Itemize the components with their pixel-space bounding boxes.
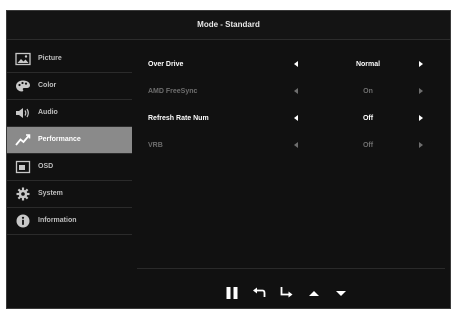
right-arrow-icon bbox=[419, 88, 423, 94]
right-arrow-icon[interactable] bbox=[419, 61, 423, 67]
setting-value: On bbox=[363, 88, 373, 95]
gear-icon bbox=[16, 187, 30, 201]
setting-row-amd-freesync: AMD FreeSync On bbox=[137, 78, 447, 105]
sidebar-item-label: Audio bbox=[38, 109, 58, 116]
speaker-icon bbox=[16, 108, 29, 118]
performance-graph-icon bbox=[15, 134, 31, 146]
mode-title: Mode - Standard bbox=[7, 11, 450, 40]
picture-icon bbox=[15, 52, 31, 66]
setting-value: Off bbox=[362, 115, 374, 122]
sidebar-item-performance[interactable]: Performance bbox=[7, 127, 132, 154]
sidebar-item-label: OSD bbox=[38, 163, 54, 170]
setting-row-over-drive[interactable]: Over Drive Normal bbox=[137, 51, 447, 78]
left-arrow-icon[interactable] bbox=[294, 61, 298, 67]
sidebar-item-information[interactable]: Information bbox=[7, 208, 132, 235]
setting-label: Over Drive bbox=[148, 61, 184, 68]
setting-value: Normal bbox=[355, 61, 381, 68]
setting-row-vrb: VRB Off bbox=[137, 132, 447, 159]
right-arrow-icon[interactable] bbox=[419, 115, 423, 121]
palette-icon bbox=[16, 80, 30, 92]
bottom-divider bbox=[137, 268, 445, 269]
setting-label: VRB bbox=[148, 142, 163, 149]
sidebar-item-label: Information bbox=[38, 217, 77, 224]
sidebar-item-audio[interactable]: Audio bbox=[7, 100, 132, 127]
sidebar-menu: Picture Color Audio Performance OSD Syst… bbox=[7, 46, 132, 235]
sidebar-item-label: Picture bbox=[38, 55, 62, 62]
up-triangle-icon[interactable] bbox=[307, 286, 321, 300]
sidebar-item-osd[interactable]: OSD bbox=[7, 154, 132, 181]
osd-icon bbox=[15, 160, 31, 174]
down-triangle-icon[interactable] bbox=[334, 286, 348, 300]
settings-panel: Over Drive Normal AMD FreeSync On Refres… bbox=[137, 51, 447, 159]
back-return-icon[interactable] bbox=[252, 286, 266, 300]
left-arrow-icon[interactable] bbox=[294, 115, 298, 121]
sidebar-item-picture[interactable]: Picture bbox=[7, 46, 132, 73]
sidebar-item-label: System bbox=[38, 190, 63, 197]
info-icon bbox=[16, 214, 30, 228]
monitor-osd-menu: Mode - Standard Picture Color Audio Perf… bbox=[6, 10, 451, 309]
sidebar-item-label: Color bbox=[38, 82, 57, 89]
sidebar-item-label: Performance bbox=[38, 136, 81, 143]
left-arrow-icon bbox=[294, 88, 298, 94]
pause-icon[interactable] bbox=[225, 286, 239, 300]
enter-icon[interactable] bbox=[279, 286, 293, 300]
setting-value: Off bbox=[362, 142, 374, 149]
setting-label: Refresh Rate Num bbox=[148, 115, 209, 122]
key-guide bbox=[225, 286, 355, 300]
left-arrow-icon bbox=[294, 142, 298, 148]
right-arrow-icon bbox=[419, 142, 423, 148]
sidebar-item-color[interactable]: Color bbox=[7, 73, 132, 100]
sidebar-item-system[interactable]: System bbox=[7, 181, 132, 208]
setting-label: AMD FreeSync bbox=[148, 88, 198, 95]
setting-row-refresh-rate-num[interactable]: Refresh Rate Num Off bbox=[137, 105, 447, 132]
